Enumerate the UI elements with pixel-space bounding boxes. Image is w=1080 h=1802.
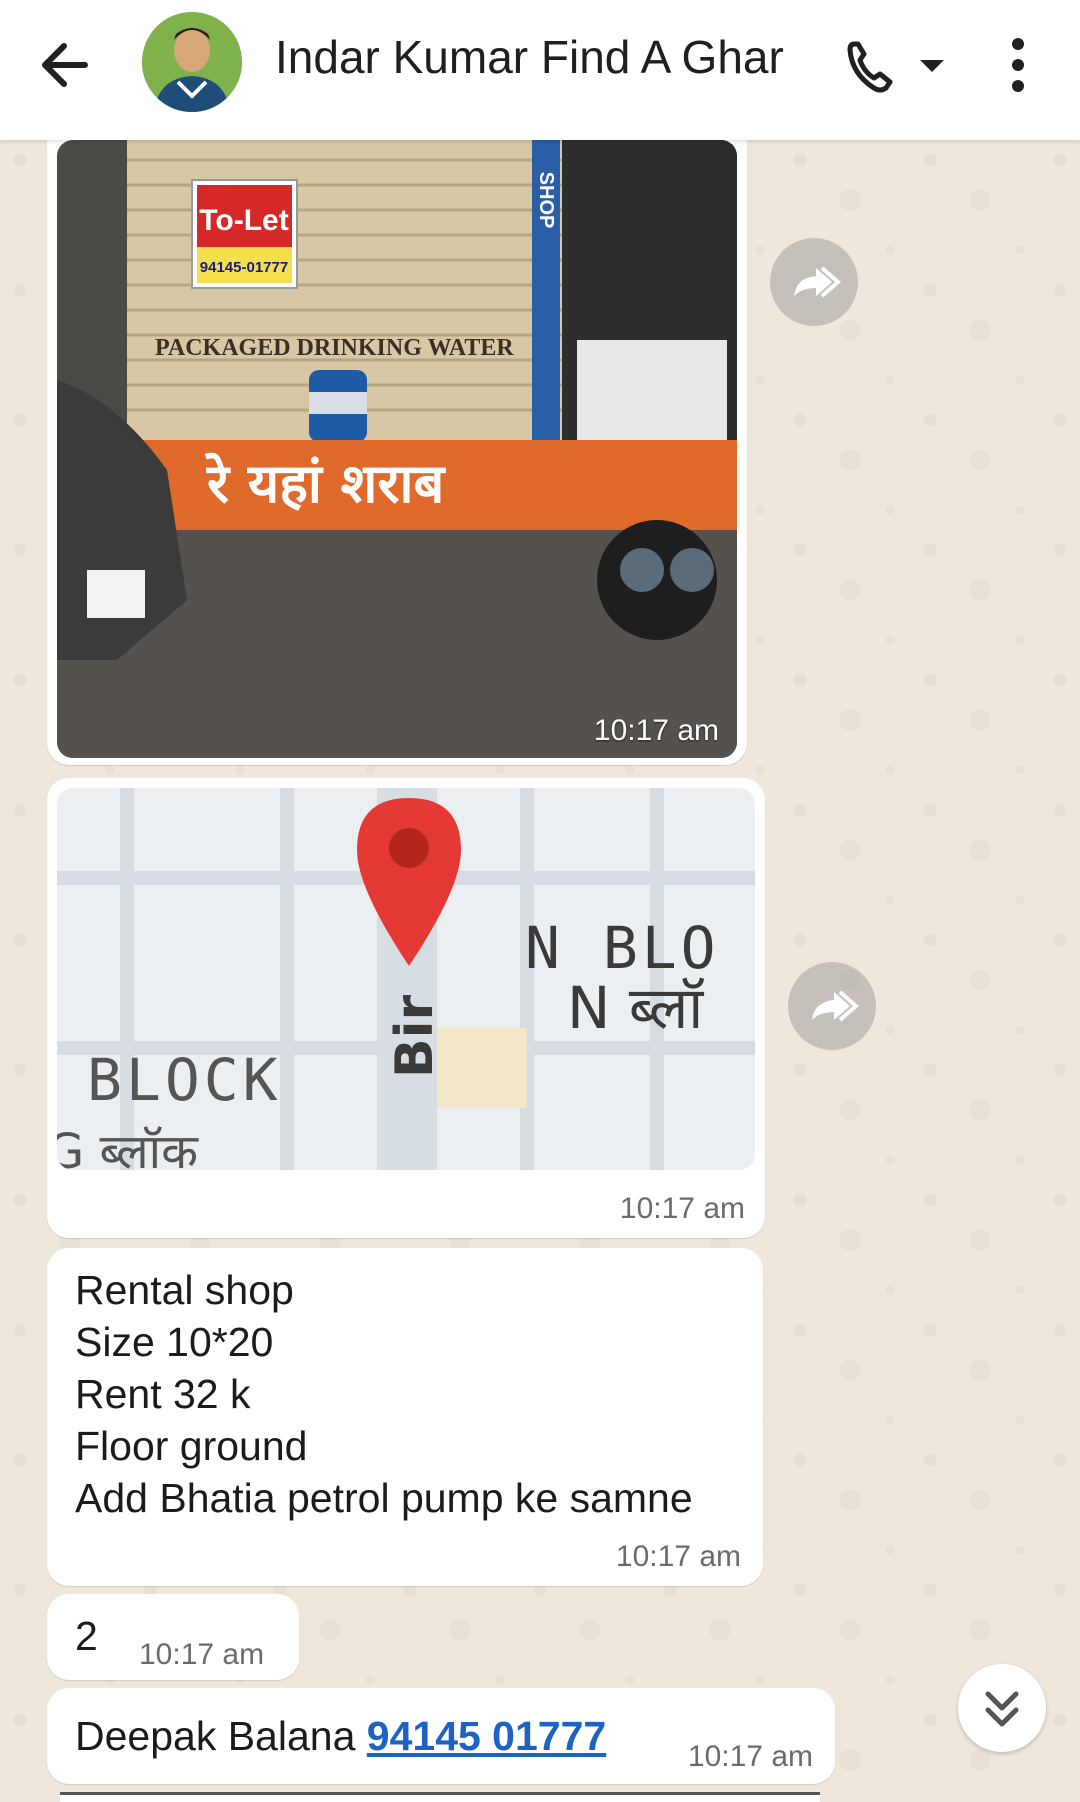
forward-icon [794, 266, 842, 298]
message-time: 10:17 am [593, 714, 719, 747]
to-let-phone-text: 94145-01777 [200, 259, 288, 276]
shop-pillar-text: SHOP [535, 172, 557, 229]
phone-number-link[interactable]: 94145 01777 [367, 1713, 606, 1759]
text-message-count[interactable]: 2 10:17 am [47, 1594, 299, 1680]
more-options-button[interactable] [995, 30, 1041, 100]
back-button[interactable] [30, 30, 100, 100]
image-message[interactable]: To-Let 94145-01777 PACKAGED DRINKING WAT… [47, 110, 747, 765]
message-time: 10:17 am [615, 1540, 741, 1573]
contact-line: Deepak Balana 94145 01777 [75, 1710, 606, 1762]
text-message-rental[interactable]: Rental shop Size 10*20 Rent 32 k Floor g… [47, 1248, 763, 1586]
contact-person-name: Deepak Balana [75, 1713, 356, 1759]
more-vertical-icon [1012, 38, 1024, 92]
phone-icon [847, 41, 893, 93]
shutter-text: PACKAGED DRINKING WATER [155, 335, 514, 361]
forward-button-image[interactable] [770, 238, 858, 326]
text-message-contact[interactable]: Deepak Balana 94145 01777 10:17 am [47, 1688, 835, 1784]
caret-down-icon [920, 60, 944, 72]
map-label-n-block: N BLO [525, 914, 720, 982]
chat-header: Indar Kumar Find A Ghar [0, 0, 1080, 140]
location-map[interactable]: N BLO N ब्लॉ BLOCK G ब्लॉक Bir [57, 788, 755, 1170]
message-text: 2 [75, 1613, 98, 1659]
message-text: Rental shop Size 10*20 Rent 32 k Floor g… [75, 1267, 693, 1521]
forward-icon [812, 990, 860, 1022]
next-bubble-edge [60, 1792, 820, 1802]
double-chevron-down-icon [985, 1691, 1019, 1727]
arrow-left-icon [42, 43, 88, 87]
location-message[interactable]: N BLO N ब्लॉ BLOCK G ब्लॉक Bir 10:17 am [47, 778, 765, 1238]
to-let-sign-text: To-Let [199, 204, 288, 237]
map-label-n-block-hindi: N ब्लॉ [567, 974, 704, 1042]
contact-name[interactable]: Indar Kumar Find A Ghar [275, 30, 784, 84]
message-time: 10:17 am [619, 1192, 745, 1225]
scroll-to-bottom-button[interactable] [958, 1664, 1046, 1752]
hindi-wall-text: रे यहां शराब [205, 452, 447, 515]
shop-photo[interactable]: To-Let 94145-01777 PACKAGED DRINKING WAT… [57, 140, 737, 758]
message-time: 10:17 am [139, 1638, 265, 1671]
map-label-road: Bir [385, 995, 445, 1078]
map-label-g-block-hindi: G ब्लॉक [57, 1124, 199, 1170]
contact-avatar[interactable] [142, 12, 242, 112]
message-time: 10:17 am [687, 1740, 813, 1773]
map-label-block: BLOCK [87, 1046, 282, 1114]
call-button[interactable] [840, 30, 950, 100]
forward-button-location[interactable] [788, 962, 876, 1050]
shop-photo-image: To-Let 94145-01777 PACKAGED DRINKING WAT… [57, 140, 737, 758]
person-photo [142, 12, 242, 112]
map-image: N BLO N ब्लॉ BLOCK G ब्लॉक Bir [57, 788, 755, 1170]
